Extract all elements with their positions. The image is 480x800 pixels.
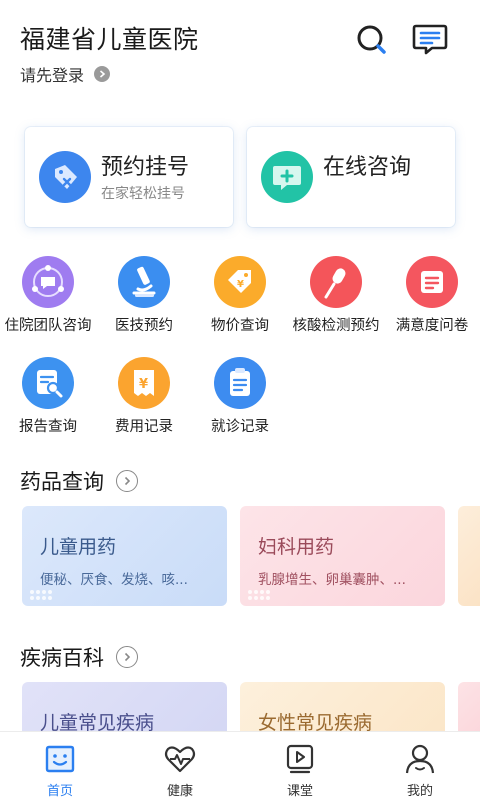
chat-plus-icon xyxy=(261,151,313,203)
service-label: 就诊记录 xyxy=(211,419,269,435)
bottom-nav: 首页 健康 课堂 我的 xyxy=(0,731,480,800)
service-team-consult[interactable]: 住院团队咨询 xyxy=(0,256,96,336)
video-icon xyxy=(286,744,314,774)
service-satisfaction-survey[interactable]: 满意度问卷 xyxy=(384,256,480,336)
service-label: 医技预约 xyxy=(115,318,173,334)
user-icon xyxy=(405,744,435,774)
bill-icon: ¥ xyxy=(118,357,170,409)
nav-label: 课堂 xyxy=(286,784,313,799)
chevron-right-icon xyxy=(116,646,138,668)
login-prompt: 请先登录 xyxy=(20,66,85,85)
disease-section-header[interactable]: 疾病百科 xyxy=(20,642,138,672)
clipboard-icon xyxy=(214,357,266,409)
message-button[interactable] xyxy=(410,20,450,60)
nav-mine[interactable]: 我的 xyxy=(360,732,480,800)
svg-text:¥: ¥ xyxy=(237,279,244,290)
appointment-subtitle: 在家轻松挂号 xyxy=(101,186,185,202)
decorative-dots xyxy=(248,590,270,600)
microscope-icon xyxy=(118,256,170,308)
service-nucleic-test[interactable]: 核酸检测预约 xyxy=(288,256,384,336)
online-consult-title: 在线咨询 xyxy=(323,155,412,180)
service-report-query[interactable]: 报告查询 xyxy=(0,357,96,437)
search-icon xyxy=(357,25,386,54)
home-face-icon xyxy=(45,745,75,773)
page-title: 福建省儿童医院 xyxy=(20,25,199,54)
service-visit-records[interactable]: 就诊记录 xyxy=(192,357,288,437)
message-icon xyxy=(412,24,448,55)
service-medtech-appointment[interactable]: 医技预约 xyxy=(96,256,192,336)
appointment-card[interactable]: 预约挂号 在家轻松挂号 xyxy=(25,127,233,227)
nav-health[interactable]: 健康 xyxy=(120,732,240,800)
service-label: 满意度问卷 xyxy=(395,318,469,334)
decorative-dots xyxy=(30,590,52,600)
report-search-icon xyxy=(22,357,74,409)
nav-label: 健康 xyxy=(166,784,193,799)
team-chat-icon xyxy=(22,256,74,308)
price-tag-icon: ¥ xyxy=(214,256,266,308)
nav-classroom[interactable]: 课堂 xyxy=(240,732,360,800)
nav-home[interactable]: 首页 xyxy=(0,732,120,800)
service-price-query[interactable]: ¥ 物价查询 xyxy=(192,256,288,336)
drug-section-header[interactable]: 药品查询 xyxy=(20,466,138,496)
service-label: 报告查询 xyxy=(19,419,77,435)
appointment-title: 预约挂号 xyxy=(101,155,190,180)
tag-icon xyxy=(39,151,91,203)
online-consult-card[interactable]: 在线咨询 xyxy=(247,127,455,227)
swab-icon xyxy=(310,256,362,308)
login-link[interactable]: 请先登录 xyxy=(20,62,111,86)
heartbeat-icon xyxy=(164,746,196,773)
service-label: 费用记录 xyxy=(115,419,173,435)
service-label: 物价查询 xyxy=(211,318,269,334)
drug-card-name: 儿童用药 xyxy=(40,536,117,558)
section-title: 疾病百科 xyxy=(20,646,104,670)
nav-label: 我的 xyxy=(406,784,433,799)
drug-card-name: 妇科用药 xyxy=(258,536,335,558)
chevron-right-icon xyxy=(116,470,138,492)
chevron-right-icon xyxy=(94,66,111,82)
svg-text:¥: ¥ xyxy=(139,377,148,392)
drug-card-desc: 乳腺增生、卵巢囊肿、... xyxy=(258,572,406,588)
drug-card-children[interactable]: 儿童用药 便秘、厌食、发烧、咳... xyxy=(22,506,227,606)
service-label: 住院团队咨询 xyxy=(4,318,92,334)
drug-card-gynecology[interactable]: 妇科用药 乳腺增生、卵巢囊肿、... xyxy=(240,506,445,606)
nav-label: 首页 xyxy=(46,784,73,799)
service-bill-records[interactable]: ¥ 费用记录 xyxy=(96,357,192,437)
questionnaire-icon xyxy=(406,256,458,308)
drug-card-desc: 便秘、厌食、发烧、咳... xyxy=(40,572,188,588)
section-title: 药品查询 xyxy=(20,470,104,494)
drug-card-next-partial[interactable] xyxy=(458,506,480,606)
search-button[interactable] xyxy=(352,20,392,60)
service-label: 核酸检测预约 xyxy=(292,318,380,334)
